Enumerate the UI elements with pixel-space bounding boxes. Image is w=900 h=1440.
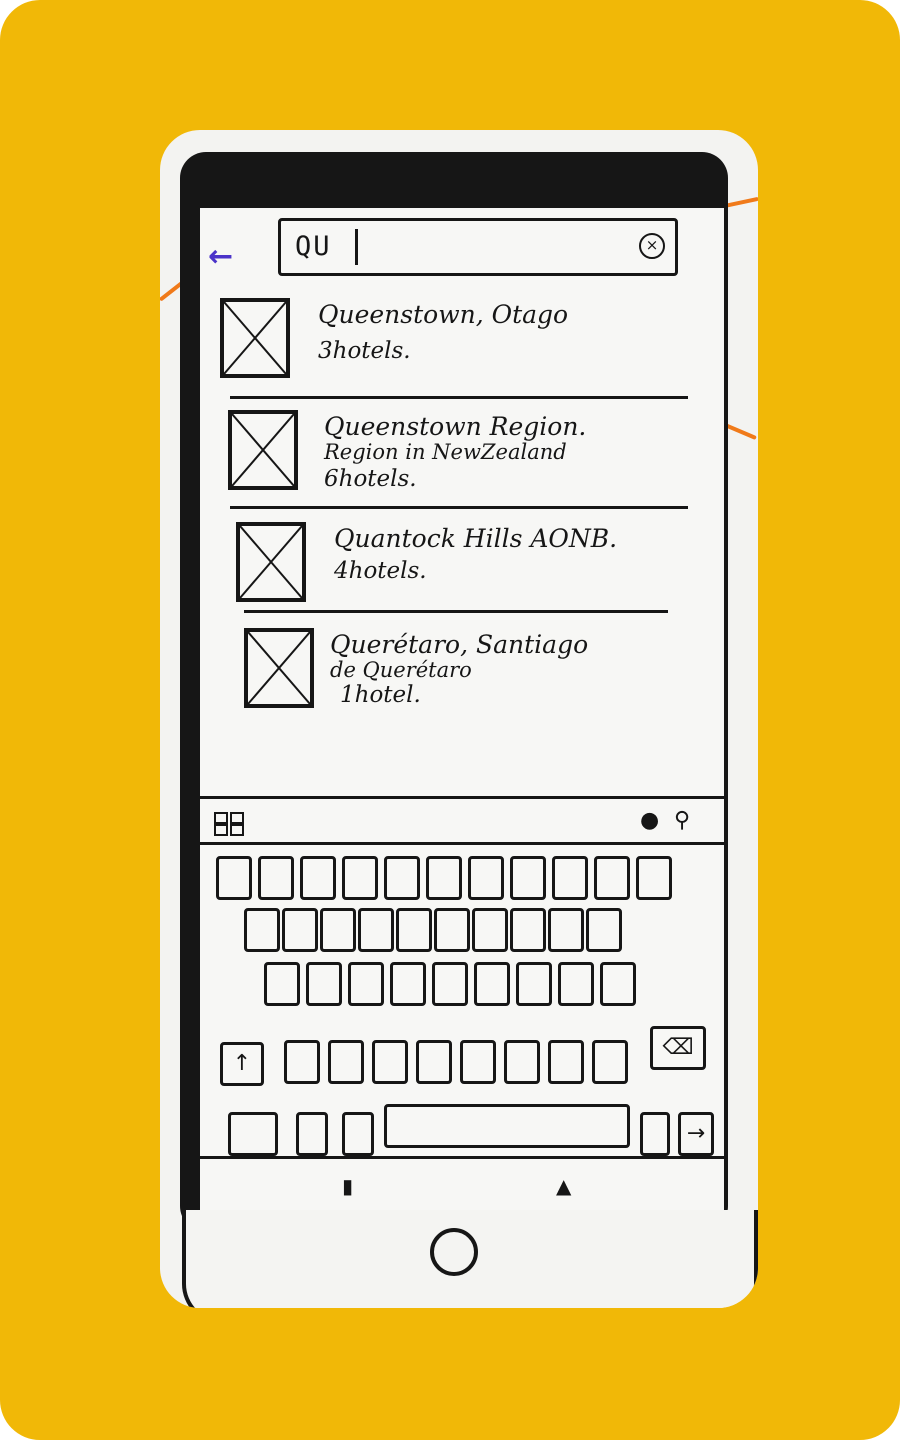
image-placeholder-icon bbox=[244, 628, 314, 708]
keyboard-key[interactable] bbox=[460, 1040, 496, 1084]
phone-screen: ← QU × Queenstown, Otago 3hotels. Queens… bbox=[200, 208, 724, 1210]
list-item[interactable]: Queenstown Region. Region in NewZealand … bbox=[228, 410, 708, 500]
keyboard-key[interactable] bbox=[474, 962, 510, 1006]
divider bbox=[244, 610, 668, 613]
result-title: Queenstown, Otago bbox=[318, 300, 569, 329]
search-input[interactable]: QU × bbox=[278, 218, 678, 276]
keyboard-key[interactable] bbox=[586, 908, 622, 952]
keyboard-key[interactable] bbox=[510, 856, 546, 900]
keyboard-key[interactable] bbox=[434, 908, 470, 952]
result-subtitle: Region in NewZealand bbox=[324, 440, 567, 464]
result-count: 1hotel. bbox=[340, 682, 421, 708]
keyboard-toolbar: ● ⚲ bbox=[200, 800, 724, 844]
result-count: 4hotels. bbox=[334, 558, 427, 584]
result-subtitle: de Querétaro bbox=[330, 658, 472, 682]
keyboard-key[interactable] bbox=[320, 908, 356, 952]
keyboard-key[interactable] bbox=[390, 962, 426, 1006]
keyboard-key[interactable] bbox=[244, 908, 280, 952]
keyboard-key[interactable] bbox=[416, 1040, 452, 1084]
keyboard-bottom-border bbox=[200, 1156, 724, 1159]
divider bbox=[230, 396, 688, 399]
keyboard-key[interactable] bbox=[636, 856, 672, 900]
keyboard-key[interactable] bbox=[594, 856, 630, 900]
nav-home-icon[interactable]: ▲ bbox=[556, 1174, 571, 1198]
nav-recents-icon[interactable]: ▮ bbox=[342, 1174, 353, 1198]
keyboard-key[interactable] bbox=[296, 1112, 328, 1156]
keyboard-key[interactable] bbox=[552, 856, 588, 900]
list-item[interactable]: Quantock Hills AONB. 4hotels. bbox=[236, 522, 706, 602]
search-value: QU bbox=[295, 231, 332, 262]
image-placeholder-icon bbox=[228, 410, 298, 490]
backspace-key[interactable]: ⌫ bbox=[650, 1026, 706, 1070]
keyboard-divider bbox=[200, 842, 724, 845]
space-key[interactable] bbox=[384, 1104, 630, 1148]
yellow-frame: ← QU × Queenstown, Otago 3hotels. Queens… bbox=[0, 0, 900, 1440]
keyboard-key[interactable] bbox=[640, 1112, 670, 1156]
keyboard-key[interactable] bbox=[516, 962, 552, 1006]
keyboard-top-border bbox=[200, 796, 724, 799]
keyboard-key[interactable] bbox=[472, 908, 508, 952]
keyboard-key[interactable] bbox=[282, 908, 318, 952]
shift-key[interactable]: ↑ bbox=[220, 1042, 264, 1086]
keyboard-key[interactable] bbox=[548, 1040, 584, 1084]
result-title: Quantock Hills AONB. bbox=[334, 524, 618, 553]
keyboard-key[interactable] bbox=[342, 1112, 374, 1156]
home-button[interactable] bbox=[430, 1228, 478, 1276]
list-item[interactable]: Queenstown, Otago 3hotels. bbox=[220, 298, 700, 388]
keyboard-key[interactable] bbox=[468, 856, 504, 900]
keyboard-key[interactable] bbox=[384, 856, 420, 900]
search-icon[interactable]: ⚲ bbox=[674, 808, 696, 836]
result-count: 6hotels. bbox=[324, 466, 417, 492]
keyboard-key[interactable] bbox=[284, 1040, 320, 1084]
keyboard-key[interactable] bbox=[592, 1040, 628, 1084]
keyboard-key[interactable] bbox=[216, 856, 252, 900]
sketch-paper: ← QU × Queenstown, Otago 3hotels. Queens… bbox=[160, 130, 758, 1308]
keyboard-key[interactable] bbox=[300, 856, 336, 900]
keyboard-key[interactable] bbox=[600, 962, 636, 1006]
text-caret bbox=[355, 229, 358, 265]
keyboard-key[interactable] bbox=[328, 1040, 364, 1084]
keyboard-key[interactable] bbox=[510, 908, 546, 952]
keyboard-key[interactable] bbox=[306, 962, 342, 1006]
result-count: 3hotels. bbox=[318, 338, 411, 364]
keyboard-key[interactable] bbox=[432, 962, 468, 1006]
keyboard-key[interactable] bbox=[558, 962, 594, 1006]
keyboard-key[interactable] bbox=[258, 856, 294, 900]
result-title: Querétaro, Santiago bbox=[330, 630, 589, 659]
enter-key[interactable]: → bbox=[678, 1112, 714, 1156]
list-item[interactable]: Querétaro, Santiago de Querétaro 1hotel. bbox=[244, 628, 714, 718]
back-arrow-icon[interactable]: ← bbox=[208, 240, 248, 274]
keyboard-key[interactable] bbox=[342, 856, 378, 900]
image-placeholder-icon bbox=[236, 522, 306, 602]
close-circle-icon[interactable]: × bbox=[639, 233, 665, 259]
apps-icon[interactable] bbox=[214, 812, 244, 836]
keyboard-key[interactable] bbox=[372, 1040, 408, 1084]
divider bbox=[230, 506, 688, 509]
keyboard-key[interactable] bbox=[228, 1112, 278, 1156]
mic-icon[interactable]: ● bbox=[640, 808, 662, 836]
result-title: Queenstown Region. bbox=[324, 412, 587, 441]
keyboard-key[interactable] bbox=[426, 856, 462, 900]
keyboard-key[interactable] bbox=[548, 908, 584, 952]
keyboard-key[interactable] bbox=[264, 962, 300, 1006]
keyboard-key[interactable] bbox=[504, 1040, 540, 1084]
keyboard-key[interactable] bbox=[396, 908, 432, 952]
keyboard-key[interactable] bbox=[358, 908, 394, 952]
keyboard-key[interactable] bbox=[348, 962, 384, 1006]
image-placeholder-icon bbox=[220, 298, 290, 378]
